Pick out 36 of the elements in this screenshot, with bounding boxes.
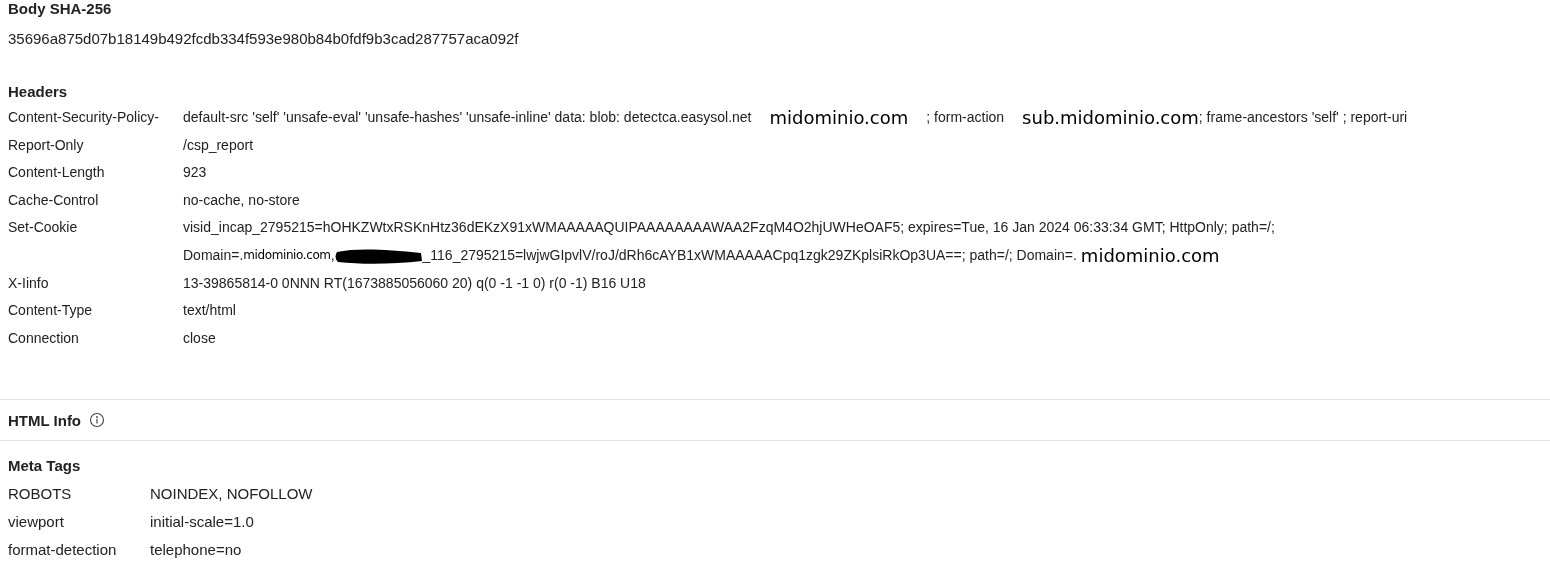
info-icon[interactable]: [89, 412, 106, 429]
header-value: no-cache, no-store: [183, 190, 300, 210]
pasted-domain: midominio.com: [1080, 245, 1220, 266]
header-value: ,: [330, 245, 335, 265]
meta-name: viewport: [8, 512, 65, 533]
meta-value: NOINDEX, NOFOLLOW: [150, 484, 314, 505]
header-name: Connection: [8, 328, 80, 348]
section-title: Meta Tags: [8, 457, 82, 475]
meta-name: format-detection: [8, 540, 118, 561]
header-value: /csp_report: [183, 135, 254, 155]
pasted-domain: sub.midominio.com: [1022, 107, 1199, 128]
header-value: default-src 'self' 'unsafe-eval' 'unsafe-hashes' 'unsafe-inline' data: blob: detectca.easysol.net: [183, 108, 752, 127]
header-value: _116_2795215=lwjwGIpvlV/roJ/dRh6cAYB1xWMAAAAACpq1zgk29ZKplsiRkOp3UA==; path=/; Domain=.: [422, 245, 1077, 265]
pasted-domain: midominio.com: [243, 246, 331, 264]
header-name: X-Iinfo: [8, 273, 50, 293]
section-title: Headers: [8, 83, 69, 100]
header-value: ; form-action: [926, 108, 1005, 127]
header-value: visid_incap_2795215=hOHKZWtxRSKnHtz36dEKzX91xWMAAAAAQUIPAAAAAAAAWAA2FzqM4O2hjUWHeOAF5; expires=Tue, 16 Jan 2024 06:33:34 GMT; HttpOnly; path=/;: [183, 218, 1275, 238]
header-value: close: [183, 328, 216, 348]
pasted-domain: midominio.com: [769, 107, 909, 128]
meta-name: ROBOTS: [8, 484, 73, 505]
header-value: Domain=.: [183, 245, 244, 265]
header-value: ; frame-ancestors 'self' ; report-uri: [1198, 108, 1408, 127]
header-name: Set-Cookie: [8, 218, 79, 238]
header-value: 923: [183, 163, 207, 183]
header-name: Content-Length: [8, 163, 106, 183]
meta-value: telephone=no: [150, 540, 243, 561]
meta-value: initial-scale=1.0: [150, 512, 255, 533]
header-name: Content-Security-Policy-Report-Only: [8, 108, 160, 155]
header-name: Cache-Control: [8, 190, 100, 210]
header-value: 13-39865814-0 0NNN RT(1673885056060 20) q(0 -1 -1 0) r(0 -1) B16 U18: [183, 273, 646, 293]
hash-value: 35696a875d07b18149b492fcdb334f593e980b84b0fdf9b3cad287757aca092f: [8, 30, 520, 47]
section-title: Body SHA-256: [8, 0, 113, 17]
section-title: HTML Info: [8, 411, 82, 429]
header-value: text/html: [183, 301, 236, 321]
header-name: Content-Type: [8, 301, 94, 321]
